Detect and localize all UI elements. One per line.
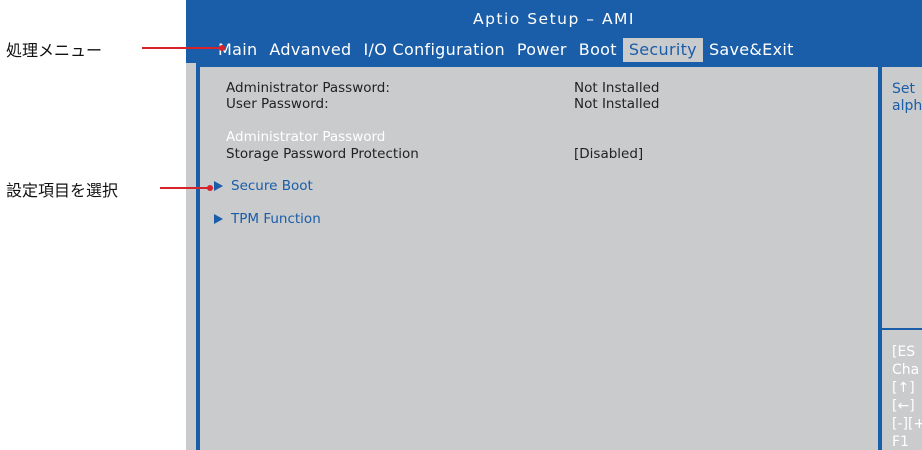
annotation-menu-label: 処理メニュー (6, 41, 103, 60)
admin-password-item[interactable]: Administrator Password (226, 129, 385, 145)
annotation-select-line (160, 187, 210, 189)
menu-io-configuration[interactable]: I/O Configuration (358, 38, 511, 62)
menu-power[interactable]: Power (511, 38, 573, 62)
bios-setup-screen: Aptio Setup – AMI Main Advanved I/O Conf… (186, 0, 922, 450)
right-triangle-icon (214, 181, 223, 191)
annotation-select-label: 設定項目を選択 (6, 181, 119, 200)
help-panel-divider (878, 63, 882, 450)
title-bar: Aptio Setup – AMI Main Advanved I/O Conf… (186, 0, 922, 63)
help-key-line: Cha (892, 362, 920, 378)
help-text-line: alph (892, 98, 922, 114)
help-text-line: Set (892, 81, 915, 97)
help-key-line: [←] (892, 398, 915, 414)
menu-security[interactable]: Security (622, 38, 703, 62)
help-panel-separator (882, 328, 922, 330)
help-key-line: [-][+ (892, 416, 922, 432)
admin-password-status-value: Not Installed (574, 80, 660, 96)
secure-boot-item[interactable]: Secure Boot (231, 178, 313, 194)
menu-advanced[interactable]: Advanved (263, 38, 357, 62)
annotation-menu-line (142, 47, 222, 49)
frame-border-left (196, 63, 200, 450)
storage-password-protection-label[interactable]: Storage Password Protection (226, 146, 419, 162)
annotation-menu-dot (219, 45, 225, 51)
tpm-function-item[interactable]: TPM Function (231, 211, 321, 227)
menu-save-exit[interactable]: Save&Exit (703, 38, 800, 62)
menu-bar: Main Advanved I/O Configuration Power Bo… (212, 38, 800, 62)
storage-password-protection-value[interactable]: [Disabled] (574, 146, 643, 162)
admin-password-status-label: Administrator Password: (226, 80, 390, 96)
window-title: Aptio Setup – AMI (472, 10, 635, 28)
help-key-line: F1 (892, 434, 909, 450)
help-key-line: [ES (892, 344, 916, 360)
user-password-status-label: User Password: (226, 96, 329, 112)
user-password-status-value: Not Installed (574, 96, 660, 112)
menu-boot[interactable]: Boot (573, 38, 623, 62)
help-key-line: [↑] (892, 380, 915, 396)
right-triangle-icon (214, 214, 223, 224)
annotation-select-dot (207, 185, 213, 191)
frame-border-top (196, 63, 922, 67)
